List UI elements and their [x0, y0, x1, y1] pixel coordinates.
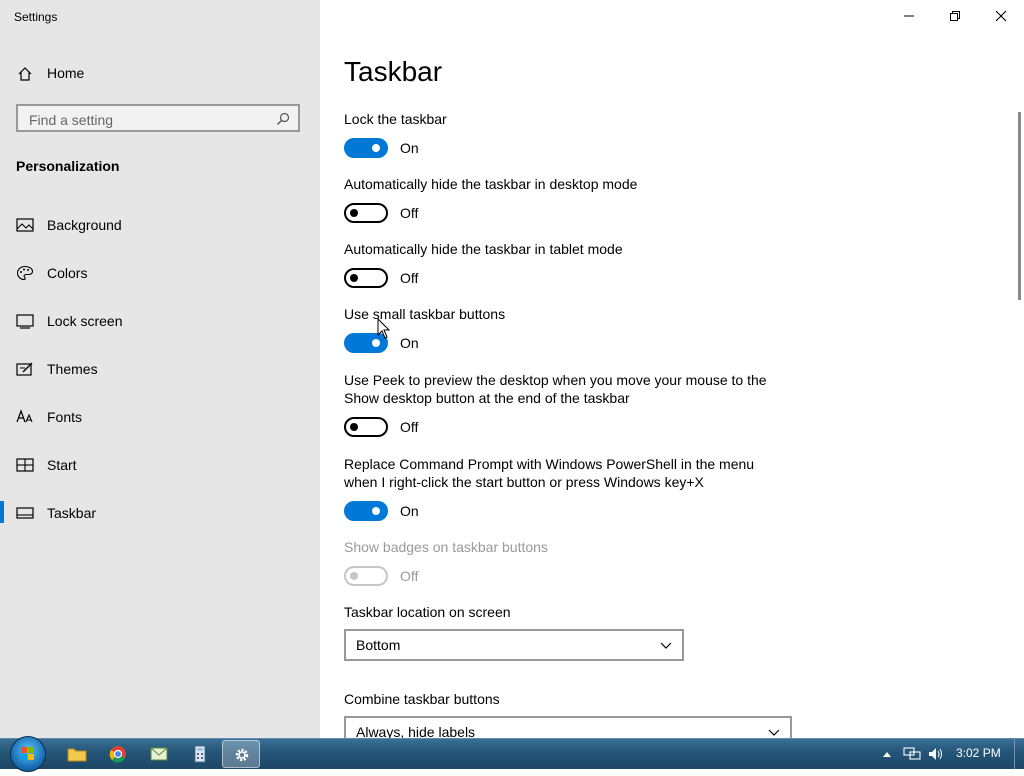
dropdown-value: Always, hide labels — [356, 724, 476, 738]
sidebar-item-label: Themes — [47, 361, 98, 377]
nav-home[interactable]: Home — [0, 60, 320, 88]
network-icon[interactable] — [903, 746, 921, 762]
toggle-powershell[interactable] — [344, 501, 388, 521]
sidebar-item-taskbar[interactable]: Taskbar — [0, 493, 320, 533]
settings-gear-icon — [235, 748, 249, 762]
toggle-knob — [372, 507, 380, 515]
setting-label-badges: Show badges on taskbar buttons — [344, 539, 548, 555]
search-input[interactable] — [27, 110, 271, 130]
picture-icon — [16, 218, 34, 232]
setting-label-powershell: Replace Command Prompt with Windows Powe… — [344, 456, 755, 490]
palette-icon — [16, 265, 34, 281]
taskbar: 3:02 PM — [0, 736, 1024, 772]
clock[interactable]: 3:02 PM — [956, 746, 1001, 760]
page-title: Taskbar — [344, 56, 443, 87]
combine-dropdown[interactable]: Always, hide labels — [344, 716, 792, 738]
search-icon[interactable] — [276, 112, 290, 126]
toggle-state-label: Off — [400, 568, 419, 584]
sidebar-item-start[interactable]: Start — [0, 445, 320, 485]
home-icon — [18, 67, 32, 81]
toggle-knob — [350, 274, 358, 282]
sidebar-item-background[interactable]: Background — [0, 205, 320, 245]
mouse-cursor-icon — [377, 318, 391, 339]
setting-label-small-buttons: Use small taskbar buttons — [344, 306, 506, 322]
sidebar: Settings Home Personalization Background — [0, 0, 320, 738]
toggle-state-label: On — [400, 503, 419, 519]
section-title: Personalization — [16, 158, 120, 174]
toggle-knob — [372, 339, 380, 347]
nav-home-label: Home — [47, 65, 85, 81]
toggle-autohide-tablet[interactable] — [344, 268, 388, 288]
setting-label-location: Taskbar location on screen — [344, 604, 511, 620]
toggle-knob — [372, 144, 380, 152]
chrome-icon — [109, 746, 126, 763]
taskbar-calculator-button[interactable] — [181, 740, 219, 768]
show-desktop-button[interactable] — [1014, 739, 1024, 769]
sidebar-item-fonts[interactable]: Fonts — [0, 397, 320, 437]
fonts-icon — [16, 409, 33, 423]
start-icon — [16, 458, 34, 472]
taskbar-settings-button[interactable] — [222, 740, 260, 768]
start-button[interactable] — [10, 736, 46, 772]
toggle-autohide-desktop[interactable] — [344, 203, 388, 223]
sidebar-item-label: Fonts — [47, 409, 83, 425]
content-pane: Taskbar Lock the taskbar On Automaticall… — [344, 0, 1004, 738]
toggle-lock-taskbar[interactable] — [344, 138, 388, 158]
volume-icon[interactable] — [927, 746, 945, 762]
toggle-knob — [350, 572, 358, 580]
mail-icon — [150, 747, 168, 761]
sidebar-item-label: Start — [47, 457, 77, 473]
sidebar-item-label: Background — [47, 217, 122, 233]
selection-indicator — [0, 501, 4, 523]
sidebar-item-label: Taskbar — [47, 505, 97, 521]
toggle-state-label: Off — [400, 419, 419, 435]
toggle-state-label: On — [400, 335, 419, 351]
taskbar-icon — [16, 507, 34, 519]
setting-label-autohide-tablet: Automatically hide the taskbar in tablet… — [344, 241, 623, 257]
sidebar-item-lock-screen[interactable]: Lock screen — [0, 301, 320, 341]
toggle-peek[interactable] — [344, 417, 388, 437]
sidebar-item-themes[interactable]: Themes — [0, 349, 320, 389]
sidebar-item-label: Lock screen — [47, 313, 123, 329]
themes-icon — [16, 362, 33, 376]
taskbar-mail-button[interactable] — [140, 740, 178, 768]
toggle-state-label: Off — [400, 270, 419, 286]
lock-screen-icon — [16, 314, 34, 329]
setting-label-peek: Use Peek to preview the desktop when you… — [344, 372, 767, 406]
scrollbar[interactable] — [1018, 112, 1021, 300]
setting-label-autohide-desktop: Automatically hide the taskbar in deskto… — [344, 176, 638, 192]
dropdown-value: Bottom — [356, 637, 401, 653]
setting-label-lock-taskbar: Lock the taskbar — [344, 111, 447, 127]
taskbar-explorer-button[interactable] — [58, 740, 96, 768]
toggle-knob — [350, 423, 358, 431]
toggle-state-label: Off — [400, 205, 419, 221]
search-box[interactable] — [16, 104, 300, 132]
sidebar-item-colors[interactable]: Colors — [0, 253, 320, 293]
calculator-icon — [194, 745, 206, 763]
folder-icon — [67, 748, 87, 762]
toggle-knob — [350, 209, 358, 217]
toggle-state-label: On — [400, 140, 419, 156]
windows-logo-icon — [21, 747, 34, 760]
settings-window: Settings Home Personalization Background — [0, 0, 1024, 738]
show-hidden-icons-button[interactable] — [882, 746, 892, 762]
location-dropdown[interactable]: Bottom — [344, 629, 684, 661]
app-title: Settings — [14, 10, 58, 24]
sidebar-item-label: Colors — [47, 265, 88, 281]
setting-label-combine: Combine taskbar buttons — [344, 691, 500, 707]
taskbar-chrome-button[interactable] — [99, 740, 137, 768]
toggle-badges — [344, 566, 388, 586]
chevron-down-icon — [768, 729, 780, 736]
chevron-down-icon — [660, 642, 672, 649]
